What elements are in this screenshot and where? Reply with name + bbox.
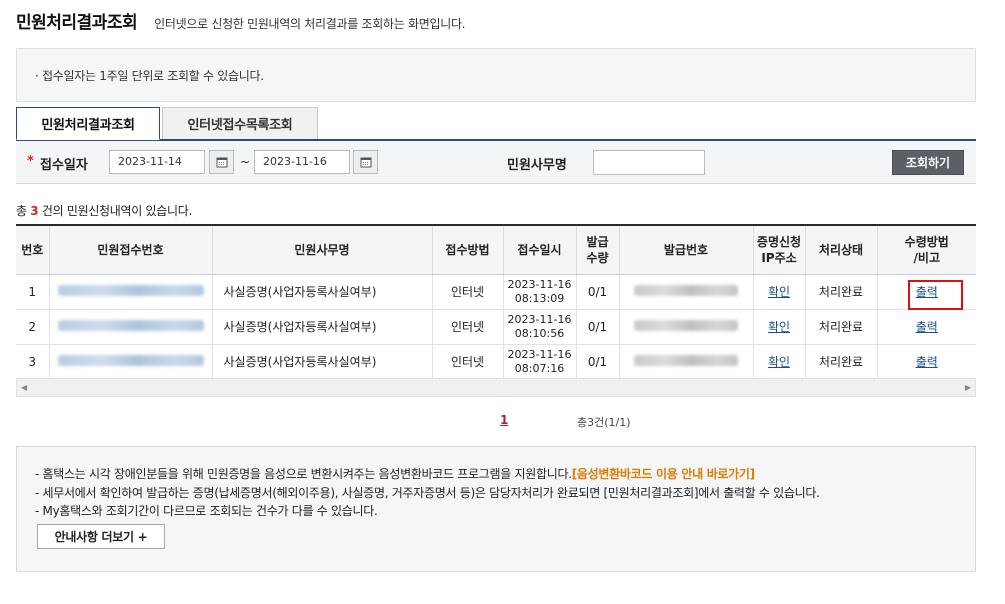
table-row: 2 사실증명(사업자등록사실여부) 인터넷 2023-11-16 08:10:56… [16,309,976,345]
calendar-icon[interactable] [353,150,378,174]
info-line-2: - 세무서에서 확인하여 발급하는 증명(납세증명서(해외이주용), 사실증명,… [35,486,820,500]
result-table: 번호 민원접수번호 민원사무명 접수방법 접수일시 발급 수량 발급번호 증명신… [16,224,976,397]
page-link-1[interactable]: 1 [500,413,508,427]
date-label: 접수일자 [40,158,88,173]
office-name-input[interactable] [593,150,705,175]
redacted-issue-no [619,344,754,380]
tab-bar: 민원처리결과조회 인터넷접수목록조회 [16,107,318,140]
header-receipt-method: 수령방법 /비고 [877,226,976,275]
notice-box: · 접수일자는 1주일 단위로 조회할 수 있습니다. [16,48,976,102]
redacted-issue-no [619,309,754,345]
print-link[interactable]: 출력 [916,320,938,334]
table-row: 1 사실증명(사업자등록사실여부) 인터넷 2023-11-16 08:13:09… [16,274,976,310]
header-method: 접수방법 [432,226,504,275]
search-button[interactable]: 조회하기 [892,150,964,175]
header-issue-no: 발급번호 [619,226,754,275]
required-mark: * [27,154,34,169]
page-title: 민원처리결과조회 [16,13,138,33]
result-count: 총 3 건의 민원신청내역이 있습니다. [16,204,193,218]
result-count-number: 3 [30,204,39,218]
header-no: 번호 [16,226,50,275]
header-qty: 발급 수량 [576,226,620,275]
info-line-1: - 홈택스는 시각 장애인분들을 위해 민원증명을 음성으로 변환시켜주는 음성… [35,467,755,481]
date-to-input[interactable]: 2023-11-16 [254,150,350,174]
header-receipt-no: 민원접수번호 [49,226,213,275]
info-line-3: - My홈택스와 조회기간이 다르므로 조회되는 건수가 다를 수 있습니다. [35,504,378,518]
page-total: 총3건(1/1) [577,416,631,429]
calendar-icon[interactable] [209,150,234,174]
date-range-separator: ~ [240,155,251,169]
search-bar: * 접수일자 2023-11-14 ~ 2023-11-16 민원사무명 조회하… [16,141,976,184]
page-header: 민원처리결과조회 인터넷으로 신청한 민원내역의 처리결과를 조회하는 화면입니… [16,8,466,33]
redacted-issue-no [619,274,754,310]
scroll-left-icon[interactable]: ◀ [21,383,27,392]
ip-check-link[interactable]: 확인 [768,355,790,369]
info-box: - 홈택스는 시각 장애인분들을 위해 민원증명을 음성으로 변환시켜주는 음성… [16,446,976,572]
more-info-button[interactable]: 안내사항 더보기 + [37,524,165,549]
notice-text: · 접수일자는 1주일 단위로 조회할 수 있습니다. [35,69,264,83]
redacted-receipt-no [49,274,213,310]
horizontal-scrollbar[interactable]: ◀ ▶ [16,378,976,397]
tab-internet-list[interactable]: 인터넷접수목록조회 [162,107,318,140]
header-date: 접수일시 [503,226,577,275]
header-ip: 증명신청 IP주소 [753,226,806,275]
redacted-receipt-no [49,309,213,345]
redacted-receipt-no [49,344,213,380]
header-status: 처리상태 [805,226,878,275]
table-row: 3 사실증명(사업자등록사실여부) 인터넷 2023-11-16 08:07:16… [16,344,976,380]
office-name-label: 민원사무명 [507,158,567,173]
print-link[interactable]: 출력 [916,355,938,369]
ip-check-link[interactable]: 확인 [768,285,790,299]
voice-barcode-link[interactable]: [음성변환바코드 이용 안내 바로가기] [572,467,755,481]
tab-result-inquiry[interactable]: 민원처리결과조회 [16,107,160,140]
print-link[interactable]: 출력 [916,285,938,299]
table-header-row: 번호 민원접수번호 민원사무명 접수방법 접수일시 발급 수량 발급번호 증명신… [16,226,976,275]
scroll-right-icon[interactable]: ▶ [965,383,971,392]
header-office-name: 민원사무명 [212,226,433,275]
page-description: 인터넷으로 신청한 민원내역의 처리결과를 조회하는 화면입니다. [154,17,466,31]
ip-check-link[interactable]: 확인 [768,320,790,334]
date-from-input[interactable]: 2023-11-14 [109,150,205,174]
